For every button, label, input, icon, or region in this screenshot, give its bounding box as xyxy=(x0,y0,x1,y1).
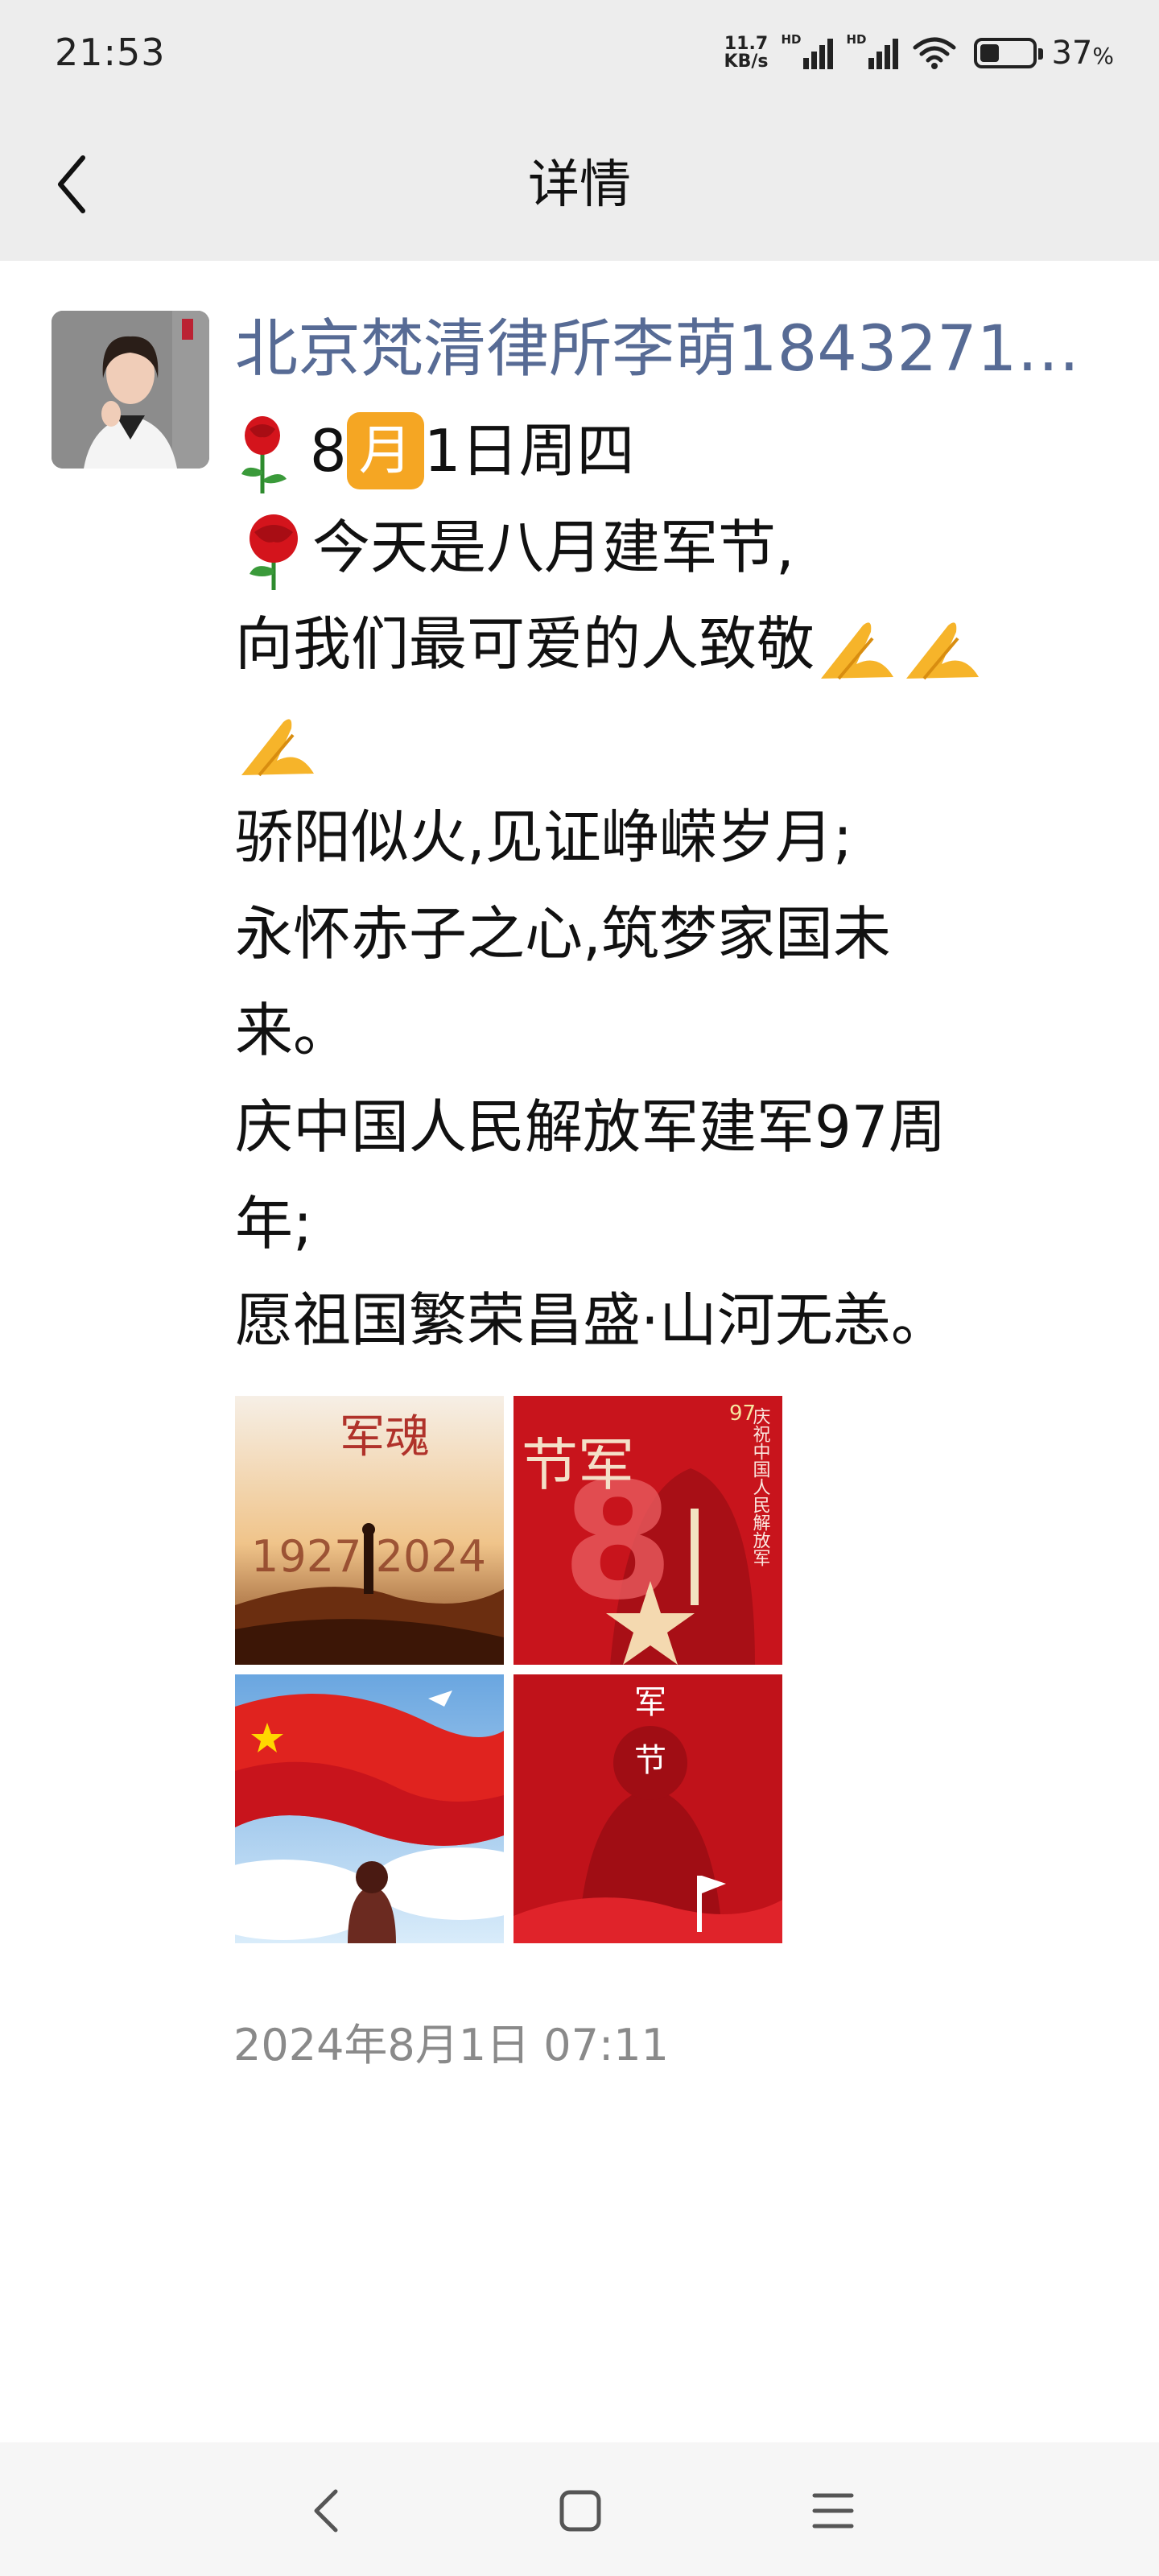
post-line-7: 来。 xyxy=(235,997,352,1064)
nav-home-icon xyxy=(559,2490,601,2532)
photo-1-years: 1927 2024 xyxy=(251,1531,486,1582)
signal-hd-label-2: HD xyxy=(846,32,867,47)
battery-icon xyxy=(974,38,1044,68)
network-speed: 11.7 KB/s xyxy=(724,35,769,71)
photo-1-title: 军魂 xyxy=(340,1411,430,1463)
photo-4-image: 军 节 xyxy=(514,1674,782,1943)
battery-percent: 37% xyxy=(1051,35,1114,72)
photo-4-title-1: 军 xyxy=(634,1684,666,1721)
nav-menu-button[interactable] xyxy=(797,2475,869,2547)
pray-hands-icon xyxy=(821,622,894,680)
pray-hands-icon xyxy=(906,622,980,680)
photo-4[interactable]: 军 节 xyxy=(514,1674,782,1943)
photo-1[interactable]: 军魂 1927 2024 xyxy=(235,1396,504,1665)
status-bar: 21:53 11.7 KB/s HD HD 37% xyxy=(0,0,1159,105)
avatar-image xyxy=(52,311,209,469)
post-line-2: 今天是八月建军节, xyxy=(235,499,1088,596)
post-line-9: 年; xyxy=(235,1190,313,1257)
post-line-8: 庆中国人民解放军建军97周 xyxy=(235,1093,947,1161)
nav-back-button[interactable] xyxy=(290,2475,362,2547)
post-line-3: 向我们最可爱的人致敬 xyxy=(235,596,1088,692)
post-line-6: 永怀赤子之心,筑梦家国未 xyxy=(235,900,891,968)
photo-4-title-2: 节 xyxy=(634,1742,666,1779)
photo-3-image xyxy=(235,1674,504,1943)
photo-2-title: 节军 xyxy=(522,1432,634,1498)
post-line-10: 愿祖国繁荣昌盛·山河无恙。 xyxy=(235,1286,949,1354)
pray-hands-icon xyxy=(241,719,314,777)
nav-back-icon xyxy=(314,2489,338,2533)
photo-3[interactable] xyxy=(235,1674,504,1943)
nav-menu-icon xyxy=(812,2493,854,2529)
post-line-5: 骄阳似火,见证峥嵘岁月; xyxy=(235,803,853,871)
signal-hd-label: HD xyxy=(781,32,802,47)
signal-icon-2: HD xyxy=(846,32,899,69)
page-title: 详情 xyxy=(528,155,631,215)
rose-icon xyxy=(250,514,298,591)
post-line-4 xyxy=(235,692,1088,789)
status-time: 21:53 xyxy=(55,31,166,74)
photo-1-image: 军魂 1927 2024 xyxy=(235,1396,504,1665)
photo-2[interactable]: 8 节军 97 庆祝中国人民解放军 xyxy=(514,1396,782,1665)
post-text: 8 月 1日周四 今天是八月建军节, 向我们最可爱的人致敬 骄阳似火,见证峥嵘岁月;… xyxy=(235,402,1088,1368)
month-badge: 月 xyxy=(346,412,424,490)
photo-grid: 军魂 1927 2024 8 节军 97 庆祝中国人民解放军 军 节 xyxy=(235,1396,782,1943)
wifi-icon xyxy=(913,37,956,69)
system-nav-bar xyxy=(0,2442,1159,2576)
photo-2-side-text: 庆祝中国人民解放军 xyxy=(750,1407,771,1567)
photo-2-image: 8 节军 97 庆祝中国人民解放军 xyxy=(514,1396,782,1665)
network-speed-value: 11.7 xyxy=(724,34,769,54)
status-icons: 11.7 KB/s HD HD 37% xyxy=(724,29,1114,77)
top-bar: 详情 xyxy=(0,105,1159,261)
author-avatar[interactable] xyxy=(52,311,209,469)
rose-icon xyxy=(241,416,287,494)
post-line-date: 8 月 1日周四 xyxy=(235,402,1088,499)
signal-icon: HD xyxy=(781,32,834,69)
network-speed-unit: KB/s xyxy=(724,52,769,72)
author-name-link[interactable]: 北京梵清律所李萌18432714… xyxy=(235,311,1112,388)
post-timestamp: 2024年8月1日 07:11 xyxy=(233,2020,669,2070)
nav-home-button[interactable] xyxy=(544,2475,617,2547)
